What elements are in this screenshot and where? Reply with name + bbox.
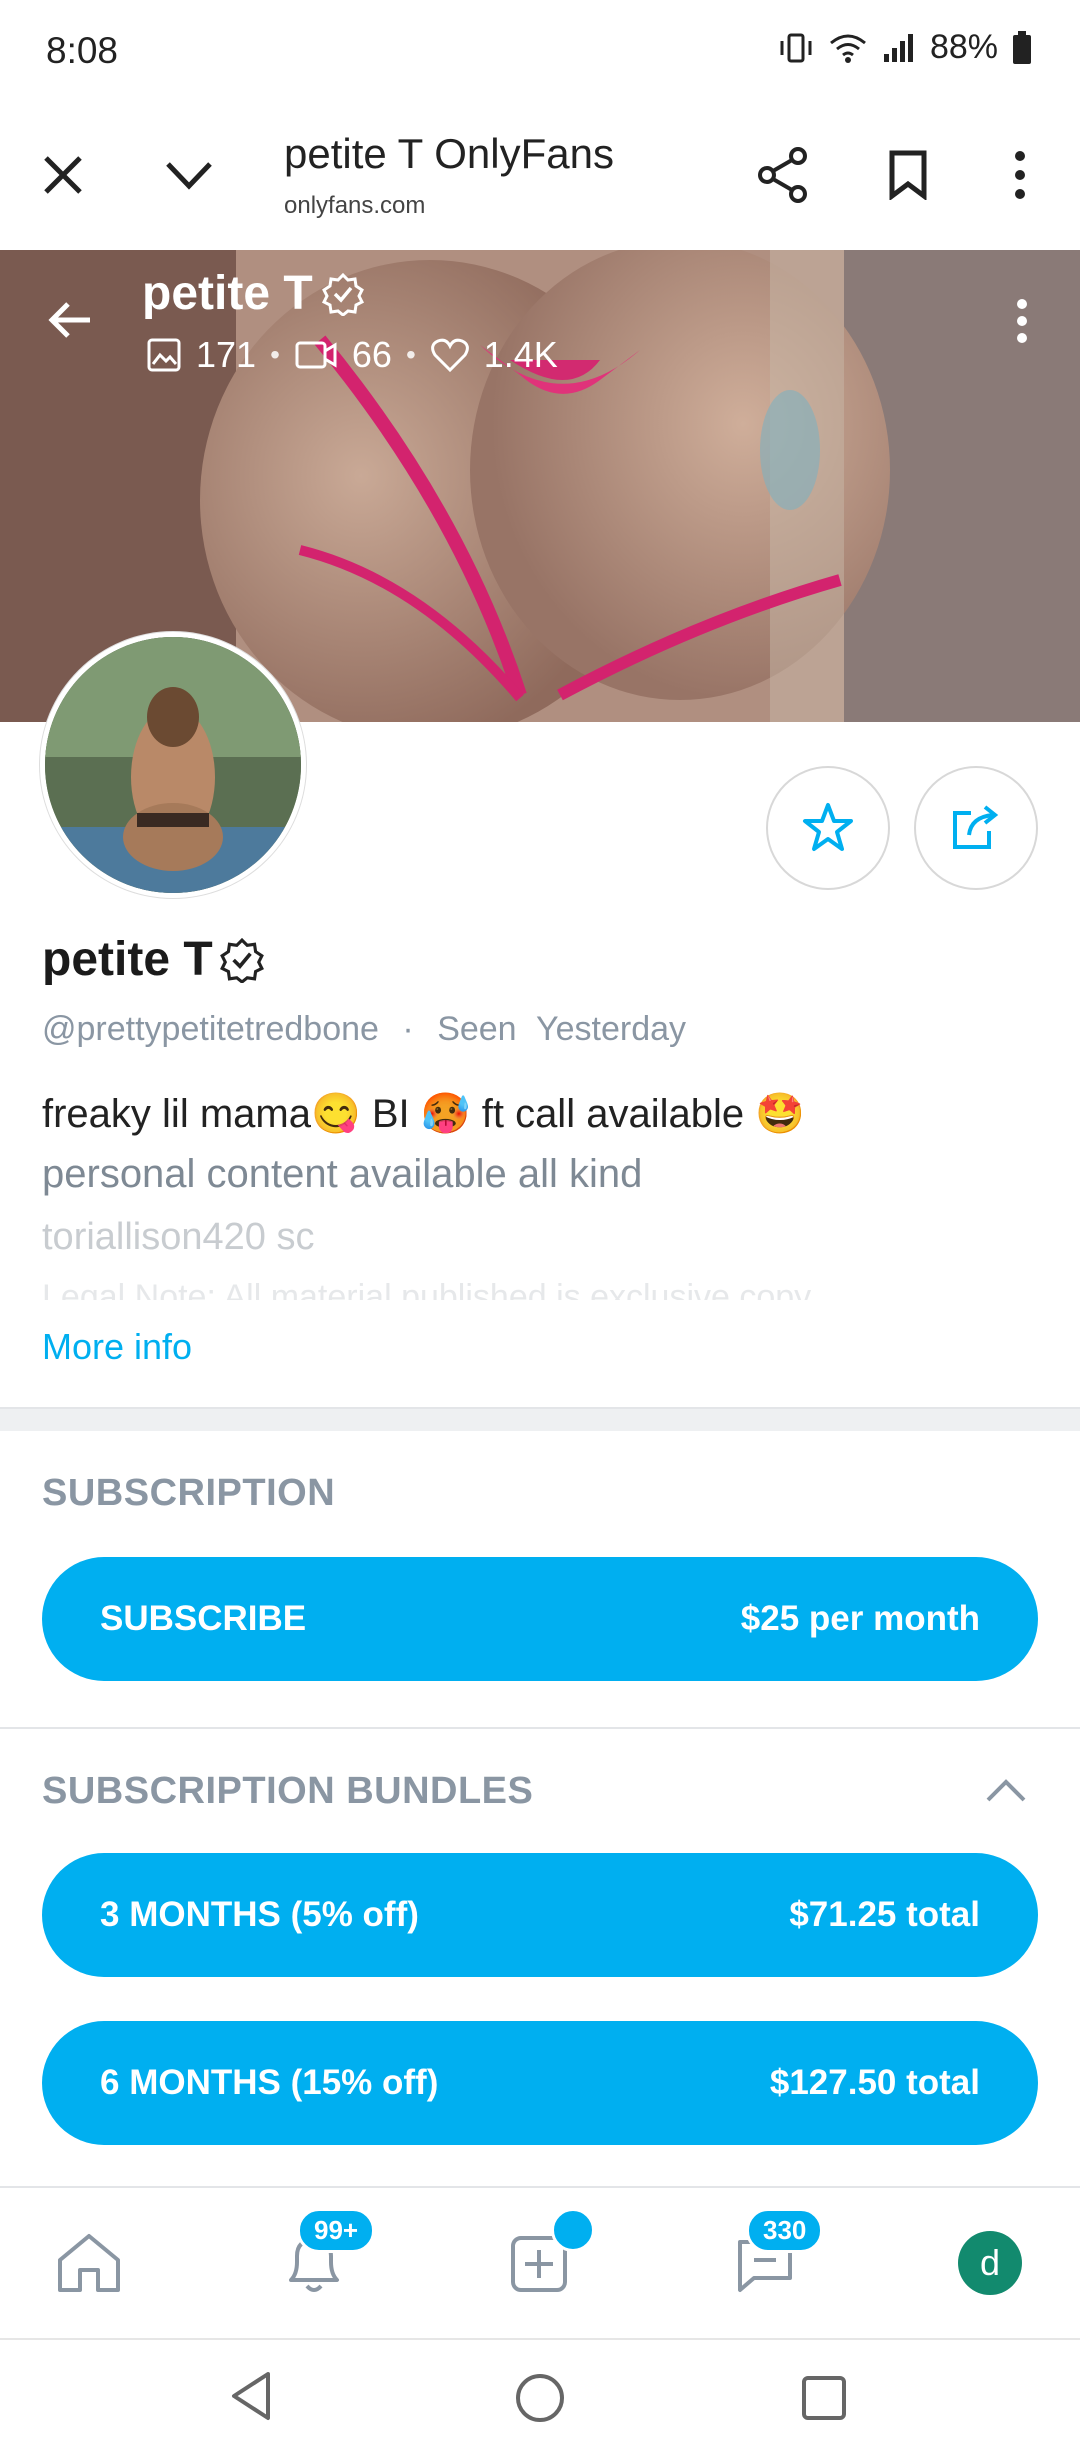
section-divider [0, 1407, 1080, 1431]
more-vert-icon[interactable] [1008, 150, 1032, 205]
bundle-label: 3 MONTHS (5% off) [100, 1895, 419, 1934]
bio-text-c: ft call available [470, 1092, 756, 1136]
avatar[interactable] [40, 632, 306, 898]
notifications-badge: 99+ [297, 2208, 376, 2253]
page-title: petite T OnlyFans [284, 130, 614, 177]
bio-line-4: Legal Note: All material published is ex… [42, 1278, 812, 1300]
photo-icon [147, 338, 181, 372]
bundle-label: 6 MONTHS (15% off) [100, 2063, 439, 2102]
wifi-icon [829, 34, 866, 63]
bio-line-3: toriallison420 sc [42, 1216, 315, 1258]
new-dot [551, 2208, 595, 2252]
vibrate-icon [780, 33, 812, 62]
star-icon [803, 803, 853, 851]
likes-count: 1.4K [483, 334, 558, 375]
profile-name-row: petite T [42, 932, 265, 987]
back-icon[interactable] [228, 2370, 274, 2427]
avatar-photo [45, 637, 301, 893]
close-icon[interactable] [40, 152, 86, 203]
home-icon [58, 2234, 120, 2292]
signal-icon [883, 33, 913, 62]
browser-toolbar: petite T OnlyFans onlyfans.com [0, 100, 1080, 252]
favorite-button[interactable] [766, 766, 890, 890]
bottom-nav: 99+ 330 d [0, 2188, 1080, 2338]
verified-icon [219, 937, 264, 983]
nav-messages[interactable]: 330 [690, 2188, 840, 2338]
subscription-title: SUBSCRIPTION [42, 1472, 336, 1514]
emoji-star-eyes: 🤩 [755, 1092, 806, 1136]
bio-text-a: freaky lil mama [42, 1092, 311, 1136]
profile-name: petite T [42, 933, 213, 986]
profile-handle: @prettypetitetredbone [42, 1010, 379, 1048]
bookmark-icon[interactable] [888, 150, 928, 205]
verified-icon [321, 272, 364, 316]
recents-icon[interactable] [800, 2374, 848, 2427]
status-icons: 88% [778, 28, 1032, 67]
status-time: 8:08 [46, 30, 119, 71]
seen-label: Seen [437, 1010, 517, 1048]
cover-more-icon[interactable] [1012, 298, 1032, 349]
back-arrow-icon[interactable] [46, 300, 94, 345]
nav-add-post[interactable] [465, 2188, 615, 2338]
video-icon [295, 341, 337, 369]
system-nav-bar [0, 2338, 1080, 2462]
battery-percent: 88% [929, 28, 998, 66]
nav-notifications[interactable]: 99+ [239, 2188, 389, 2338]
share-out-icon [953, 805, 999, 849]
bundle-price: $127.50 total [769, 2063, 980, 2102]
emoji-hot: 🥵 [420, 1092, 471, 1136]
handle-line: @prettypetitetredbone · Seen Yesterday [42, 1010, 687, 1048]
chevron-up-icon[interactable] [984, 1776, 1028, 1811]
bundle-3-months-button[interactable]: 3 MONTHS (5% off) $71.25 total [42, 1853, 1038, 1977]
bundle-price: $71.25 total [789, 1895, 980, 1934]
subscribe-price: $25 per month [740, 1599, 980, 1638]
bundle-6-months-button[interactable]: 6 MONTHS (15% off) $127.50 total [42, 2021, 1038, 2145]
emoji-yum: 😋 [310, 1092, 361, 1136]
chevron-down-icon[interactable] [164, 158, 214, 197]
cover-stats: 171 • 66 • 1.4K [146, 334, 558, 376]
bio-line-2: personal content available all kind [42, 1152, 643, 1196]
subscribe-label: SUBSCRIBE [100, 1599, 307, 1638]
bio-line-1: freaky lil mama😋 BI 🥵 ft call available … [42, 1090, 805, 1137]
profile-avatar: d [958, 2231, 1022, 2295]
nav-profile[interactable]: d [915, 2188, 1065, 2338]
cover-name-row: petite T [142, 266, 365, 321]
battery-icon [1013, 30, 1031, 64]
bundles-title: SUBSCRIPTION BUNDLES [42, 1770, 534, 1812]
share-profile-button[interactable] [914, 766, 1038, 890]
seen-value: Yesterday [536, 1010, 687, 1048]
share-icon[interactable] [756, 146, 810, 209]
nav-home[interactable] [14, 2188, 164, 2338]
videos-count: 66 [351, 334, 392, 375]
subscribe-button[interactable]: SUBSCRIBE $25 per month [42, 1557, 1038, 1681]
home-circle-icon[interactable] [514, 2372, 566, 2429]
more-info-link[interactable]: More info [42, 1326, 192, 1368]
section-divider [0, 1727, 1080, 1729]
page-url[interactable]: onlyfans.com [284, 192, 425, 220]
messages-badge: 330 [746, 2208, 824, 2253]
status-bar: 8:08 88% [0, 0, 1080, 100]
bio-text-b: BI [360, 1092, 421, 1136]
cover-name: petite T [142, 267, 313, 320]
photos-count: 171 [196, 334, 257, 375]
heart-icon [430, 338, 469, 373]
